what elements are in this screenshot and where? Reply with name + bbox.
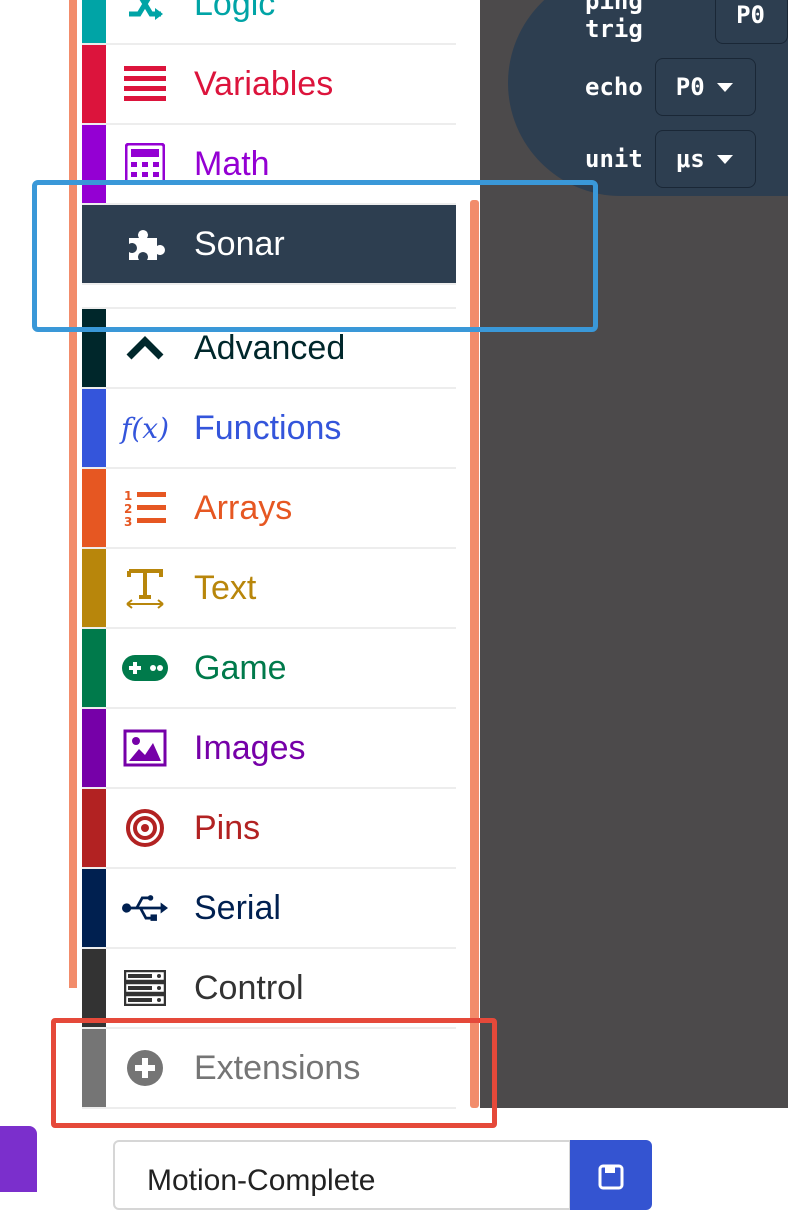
category-color-stripe xyxy=(82,0,106,43)
save-icon xyxy=(598,1164,624,1210)
category-label-math: Math xyxy=(194,144,270,183)
echo-pin-value: P0 xyxy=(675,73,705,101)
category-serial[interactable]: Serial xyxy=(82,869,456,949)
block-row-trig: ping trig P0 xyxy=(585,0,788,44)
category-logic[interactable]: Logic xyxy=(82,0,456,45)
target-icon xyxy=(122,805,168,851)
gamepad-icon xyxy=(122,645,168,691)
save-button[interactable] xyxy=(570,1140,652,1210)
block-label-trig: ping trig xyxy=(585,0,643,43)
block-row-unit: unit μs xyxy=(585,130,756,188)
category-variables[interactable]: Variables xyxy=(82,45,456,125)
unit-value: μs xyxy=(675,145,705,173)
category-label-serial: Serial xyxy=(194,888,281,927)
block-label-echo: echo xyxy=(585,73,643,101)
trig-pin-dropdown[interactable]: P0 xyxy=(715,0,788,44)
list-icon: 123 xyxy=(122,485,168,531)
category-arrays[interactable]: 123 Arrays xyxy=(82,469,456,549)
block-label-unit: unit xyxy=(585,145,643,173)
unit-dropdown[interactable]: μs xyxy=(654,130,756,188)
category-label-text: Text xyxy=(194,568,257,607)
toolbox-scrollbar-left[interactable] xyxy=(69,0,77,988)
chevron-down-icon xyxy=(716,154,733,164)
logic-icon xyxy=(122,0,168,27)
highlight-box-extensions xyxy=(51,1018,497,1128)
project-name-value: Motion-Complete xyxy=(147,1164,376,1197)
category-color-stripe xyxy=(82,549,106,627)
category-label-game: Game xyxy=(194,648,287,687)
image-icon xyxy=(122,725,168,771)
toolbox: Logic Variables Math Sonar Advanced f(x)… xyxy=(82,0,456,1109)
category-label-variables: Variables xyxy=(194,64,334,103)
server-icon xyxy=(122,965,168,1011)
svg-text:3: 3 xyxy=(124,515,132,528)
category-color-stripe xyxy=(82,629,106,707)
category-label-arrays: Arrays xyxy=(194,488,293,527)
echo-pin-dropdown[interactable]: P0 xyxy=(654,58,756,116)
highlight-box-sonar xyxy=(32,180,598,332)
text-icon xyxy=(122,565,168,611)
trig-pin-value: P0 xyxy=(736,1,765,29)
category-label-functions: Functions xyxy=(194,408,342,447)
category-label-images: Images xyxy=(194,728,306,767)
category-label-advanced: Advanced xyxy=(194,328,346,367)
category-color-stripe xyxy=(82,949,106,1027)
category-pins[interactable]: Pins xyxy=(82,789,456,869)
toolbox-scrollbar[interactable] xyxy=(470,200,479,1108)
category-label-pins: Pins xyxy=(194,808,261,847)
category-label-control: Control xyxy=(194,968,304,1007)
svg-text:2: 2 xyxy=(124,502,132,516)
category-label-logic: Logic xyxy=(194,0,276,23)
category-color-stripe xyxy=(82,389,106,467)
category-game[interactable]: Game xyxy=(82,629,456,709)
category-color-stripe xyxy=(82,469,106,547)
svg-text:1: 1 xyxy=(124,489,132,503)
category-color-stripe xyxy=(82,709,106,787)
category-color-stripe xyxy=(82,45,106,123)
usb-icon xyxy=(122,885,168,931)
project-name-input[interactable]: Motion-Complete xyxy=(113,1140,571,1210)
category-functions[interactable]: f(x) Functions xyxy=(82,389,456,469)
category-color-stripe xyxy=(82,869,106,947)
category-control[interactable]: Control xyxy=(82,949,456,1029)
category-images[interactable]: Images xyxy=(82,709,456,789)
function-icon: f(x) xyxy=(121,411,170,445)
variables-icon xyxy=(122,61,168,107)
block-row-echo: echo P0 xyxy=(585,58,756,116)
category-color-stripe xyxy=(82,789,106,867)
menu-button[interactable] xyxy=(0,1126,37,1192)
chevron-down-icon xyxy=(716,82,733,92)
category-text[interactable]: Text xyxy=(82,549,456,629)
